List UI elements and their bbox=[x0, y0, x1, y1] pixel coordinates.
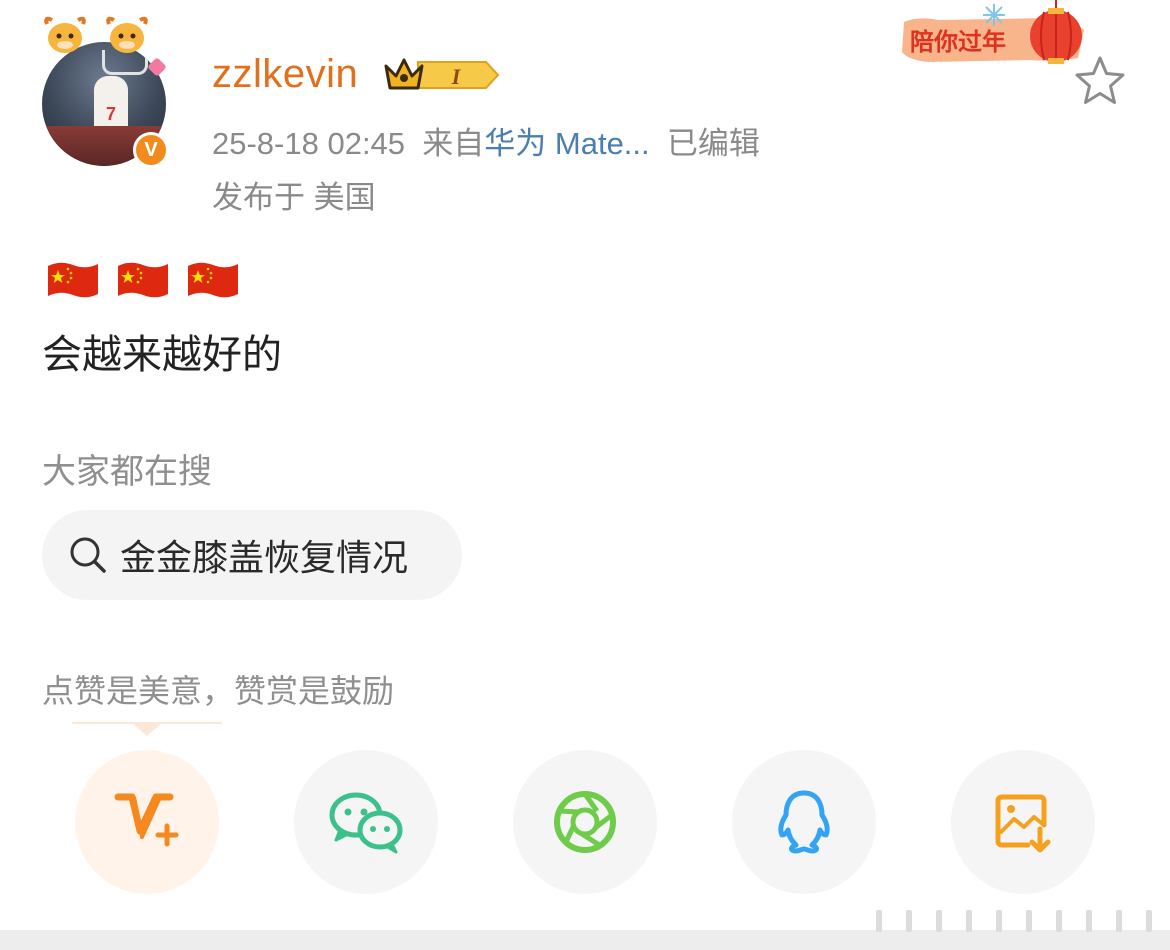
vip-crown-badge-icon[interactable]: I bbox=[382, 54, 500, 96]
verified-badge-icon: V bbox=[133, 132, 169, 168]
cn-flag-icon bbox=[118, 262, 168, 298]
scroll-grip-icon bbox=[876, 910, 1152, 932]
share-row bbox=[75, 750, 1095, 894]
edited-label[interactable]: 已编辑 bbox=[667, 126, 760, 161]
vip-level: I bbox=[451, 64, 462, 89]
reward-prompt: 点赞是美意，赞赏是鼓励 bbox=[42, 673, 395, 709]
source-device-link[interactable]: 华为 Mate... bbox=[484, 126, 649, 161]
save-image-button[interactable] bbox=[951, 750, 1095, 894]
avatar[interactable]: 7 V bbox=[38, 14, 178, 168]
source-prefix: 来自 bbox=[422, 126, 485, 161]
share-wechat-button[interactable] bbox=[294, 750, 438, 894]
festival-badge[interactable]: 陪你过年 bbox=[898, 0, 1088, 74]
vplus-icon bbox=[114, 793, 179, 847]
firework-icon bbox=[983, 4, 1005, 26]
share-qq-button[interactable] bbox=[732, 750, 876, 894]
username[interactable]: zzlkevin bbox=[212, 52, 358, 97]
search-icon bbox=[70, 537, 106, 573]
post-location: 发布于 美国 bbox=[212, 180, 376, 215]
post-meta: 25-8-18 02:45 来自华为 Mate... 已编辑 bbox=[212, 118, 760, 163]
tooltip-arrow bbox=[131, 722, 163, 736]
flag-emoji-row bbox=[46, 260, 240, 302]
post-time: 25-8-18 02:45 bbox=[212, 126, 406, 161]
trending-search-query: 金金膝盖恢复情况 bbox=[120, 537, 409, 578]
ox-decoration-icon bbox=[106, 16, 148, 53]
ox-decoration-icon bbox=[44, 16, 86, 53]
vplus-reward-button[interactable] bbox=[75, 750, 219, 894]
favorite-star-icon[interactable] bbox=[1072, 54, 1128, 108]
qq-icon bbox=[778, 790, 830, 854]
cn-flag-icon bbox=[188, 262, 238, 298]
moments-icon bbox=[554, 791, 616, 853]
trending-search-label: 大家都在搜 bbox=[42, 453, 212, 491]
festival-badge-text: 陪你过年 bbox=[910, 28, 1006, 56]
cn-flag-icon bbox=[48, 262, 98, 298]
share-moments-button[interactable] bbox=[513, 750, 657, 894]
post-text: 会越来越好的 bbox=[42, 333, 282, 377]
wechat-icon bbox=[329, 792, 403, 854]
trending-search-chip[interactable]: 金金膝盖恢复情况 bbox=[42, 510, 462, 600]
save-image-icon bbox=[995, 794, 1051, 853]
